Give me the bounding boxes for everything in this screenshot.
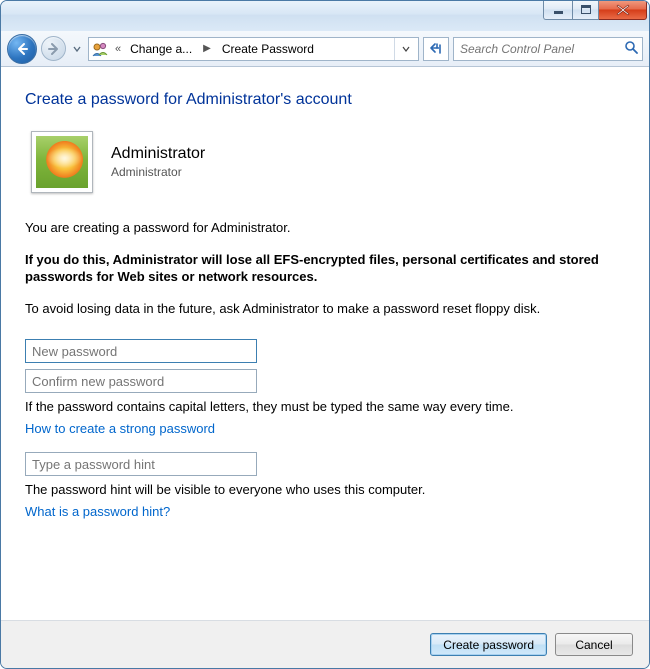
page-title: Create a password for Administrator's ac… <box>25 91 625 109</box>
refresh-icon <box>429 42 443 56</box>
window-frame: « Change a... ▶ Create Password Create a… <box>0 0 650 669</box>
refresh-button[interactable] <box>423 37 449 61</box>
user-type: Administrator <box>111 165 205 179</box>
titlebar[interactable] <box>1 1 649 31</box>
navigation-bar: « Change a... ▶ Create Password <box>1 31 649 67</box>
chevron-down-icon <box>73 45 81 53</box>
warning-text: If you do this, Administrator will lose … <box>25 251 625 286</box>
address-dropdown[interactable] <box>394 38 416 60</box>
maximize-button[interactable] <box>572 0 599 20</box>
command-bar: Create password Cancel <box>1 620 649 668</box>
cancel-button[interactable]: Cancel <box>555 633 633 656</box>
minimize-button[interactable] <box>543 0 572 20</box>
user-name: Administrator <box>111 145 205 163</box>
password-hint-link[interactable]: What is a password hint? <box>25 504 170 519</box>
intro-text: You are creating a password for Administ… <box>25 219 625 237</box>
forward-button[interactable] <box>41 36 66 61</box>
confirm-password-input[interactable] <box>25 369 257 393</box>
search-icon[interactable] <box>624 40 638 57</box>
close-icon <box>616 4 630 16</box>
user-block: Administrator Administrator <box>31 131 625 193</box>
forward-arrow-icon <box>47 42 61 56</box>
breadcrumb-current[interactable]: Create Password <box>219 42 317 56</box>
breadcrumb-prev[interactable]: Change a... <box>127 42 195 56</box>
breadcrumb-separator-icon[interactable]: ▶ <box>199 43 215 54</box>
user-accounts-icon <box>91 40 109 58</box>
content-pane: Create a password for Administrator's ac… <box>1 67 649 620</box>
avatar <box>31 131 93 193</box>
caps-note: If the password contains capital letters… <box>25 399 625 414</box>
create-password-button[interactable]: Create password <box>430 633 547 656</box>
password-hint-input[interactable] <box>25 452 257 476</box>
chevron-down-icon <box>402 45 410 53</box>
hint-note: The password hint will be visible to eve… <box>25 482 625 497</box>
new-password-input[interactable] <box>25 339 257 363</box>
avoid-text: To avoid losing data in the future, ask … <box>25 300 625 318</box>
strong-password-link[interactable]: How to create a strong password <box>25 421 215 436</box>
search-input[interactable] <box>458 41 624 57</box>
address-bar[interactable]: « Change a... ▶ Create Password <box>88 37 419 61</box>
caption-buttons <box>543 0 647 20</box>
back-button[interactable] <box>7 34 37 64</box>
history-dropdown[interactable] <box>70 37 84 61</box>
search-box[interactable] <box>453 37 643 61</box>
close-button[interactable] <box>599 0 647 20</box>
chevron-left-icon: « <box>113 43 123 55</box>
back-arrow-icon <box>15 42 29 56</box>
